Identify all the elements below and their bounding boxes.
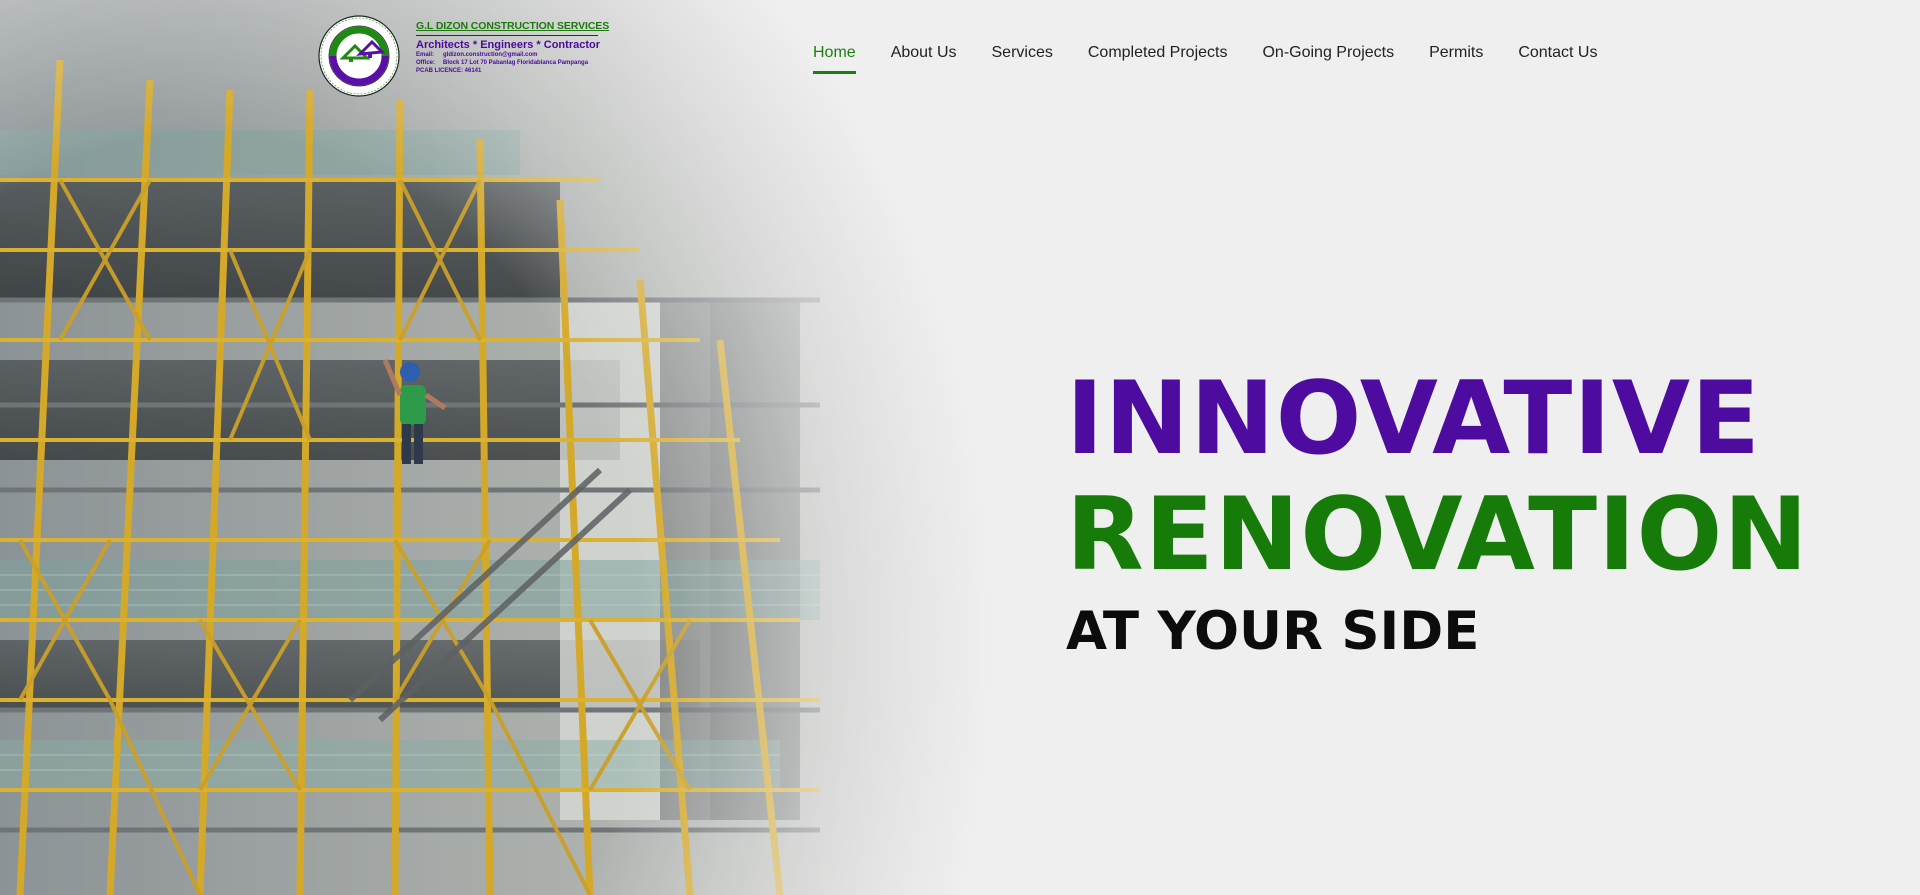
hero-headline: INNOVATIVE RENOVATION AT YOUR SIDE xyxy=(1066,360,1906,662)
hero-background-image xyxy=(0,0,1000,895)
nav-item-services[interactable]: Services xyxy=(992,44,1053,78)
hero-line-at-your-side: AT YOUR SIDE xyxy=(1066,601,1480,662)
site-logo[interactable]: G.L DIZON CONSTRUCTION SERVICES Architec… xyxy=(310,14,610,98)
nav-item-permits[interactable]: Permits xyxy=(1429,44,1483,78)
hero-line-innovative: INNOVATIVE xyxy=(1066,359,1762,477)
nav-item-completed-projects[interactable]: Completed Projects xyxy=(1088,44,1228,78)
email-value: gldizon.construction@gmail.com xyxy=(443,52,538,58)
office-label: Office: xyxy=(416,60,436,66)
nav-item-home[interactable]: Home xyxy=(813,44,856,78)
company-office-line: Office: Block 17 Lot 70 Pabanlag Floridab… xyxy=(416,59,616,67)
office-value: Block 17 Lot 70 Pabanlag Floridablanca P… xyxy=(443,60,589,66)
main-navigation: Home About Us Services Completed Project… xyxy=(813,44,1632,78)
page: G.L DIZON CONSTRUCTION SERVICES Architec… xyxy=(0,0,1920,895)
nav-item-on-going-projects[interactable]: On-Going Projects xyxy=(1262,44,1394,78)
hero-line-renovation: RENOVATION xyxy=(1066,475,1809,593)
company-tagline: Architects * Engineers * Contractor xyxy=(416,39,600,51)
company-name: G.L DIZON CONSTRUCTION SERVICES xyxy=(416,20,610,32)
email-label: Email: xyxy=(416,52,435,58)
nav-item-contact-us[interactable]: Contact Us xyxy=(1518,44,1597,78)
company-seal-logo xyxy=(310,14,408,98)
logo-text-block: G.L DIZON CONSTRUCTION SERVICES Architec… xyxy=(416,20,616,75)
nav-item-about-us[interactable]: About Us xyxy=(891,44,957,78)
company-email-line: Email: gldizon.construction@gmail.com xyxy=(416,51,616,59)
company-license: PCAB LICENCE: 46141 xyxy=(416,68,482,74)
logo-divider xyxy=(416,35,598,36)
